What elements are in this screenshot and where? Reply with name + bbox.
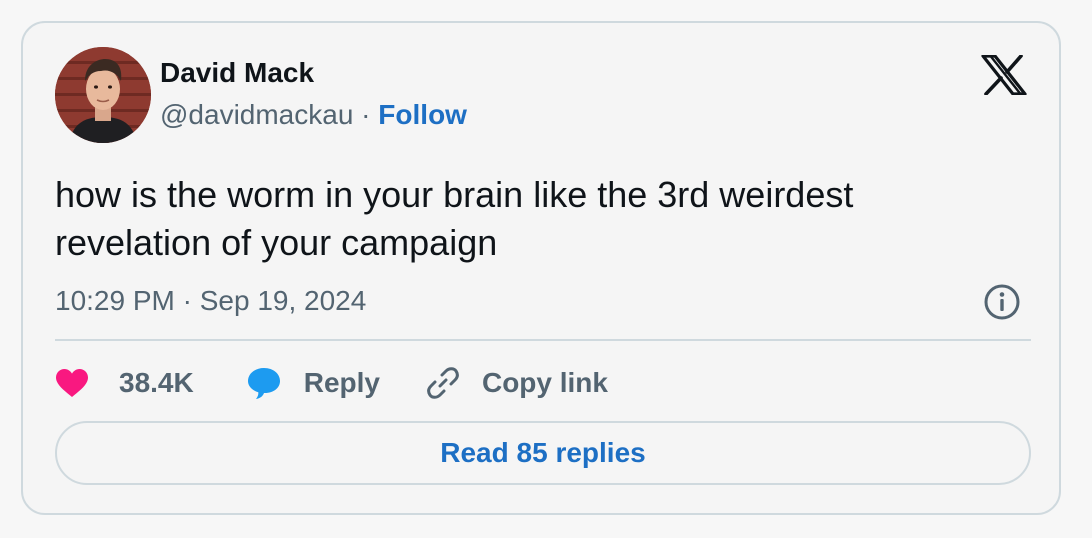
author-name[interactable]: David Mack [160,57,314,89]
copy-link-label: Copy link [481,367,608,398]
author-handle[interactable]: @davidmackau [160,99,353,130]
handle-separator: · [353,99,379,130]
tweet-timestamp[interactable]: 10:29 PM · Sep 19, 2024 [55,285,366,317]
action-bar: 38.4K Reply Copy link [55,363,608,403]
heart-icon [56,369,88,397]
read-replies-button[interactable]: Read 85 replies [55,421,1031,485]
info-icon[interactable] [983,283,1021,321]
read-replies-label: Read 85 replies [440,437,646,468]
like-button[interactable]: 38.4K [55,367,194,399]
tweet-card: David Mack @davidmackau · Follow how is … [21,21,1061,515]
tweet-text: how is the worm in your brain like the 3… [55,174,854,263]
divider [55,339,1031,341]
follow-link[interactable]: Follow [378,99,467,130]
reply-button[interactable]: Reply [246,366,380,400]
like-count: 38.4K [119,367,194,398]
avatar[interactable] [55,47,151,143]
copy-link-button[interactable]: Copy link [426,366,608,400]
speech-bubble-icon [247,368,280,399]
x-logo-icon[interactable] [981,54,1027,96]
link-icon [427,367,459,399]
avatar-image [55,47,151,143]
reply-label: Reply [303,367,380,398]
author-handle-row: @davidmackau · Follow [160,99,467,131]
